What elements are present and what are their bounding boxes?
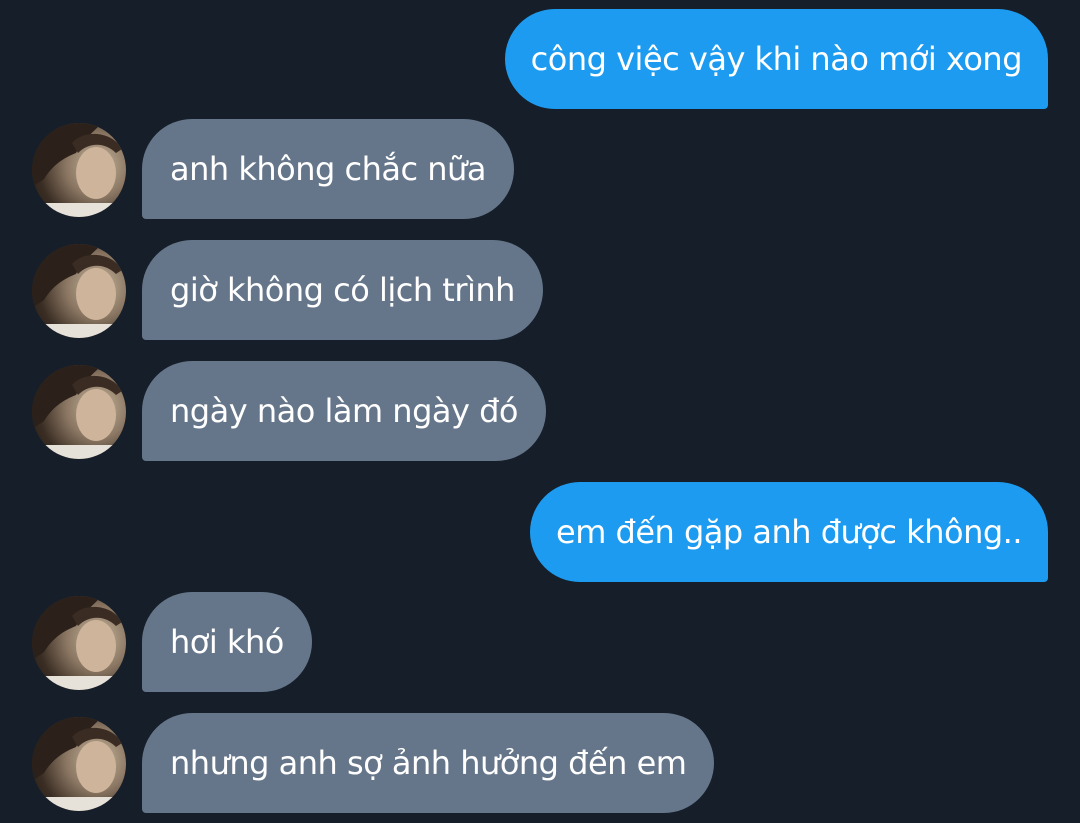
message-text: công việc vậy khi nào mới xong <box>530 40 1023 78</box>
contact-avatar[interactable] <box>32 365 126 459</box>
avatar-photo-icon <box>32 365 126 459</box>
sent-message-bubble[interactable]: công việc vậy khi nào mới xong <box>504 9 1048 109</box>
received-message-bubble[interactable]: anh không chắc nữa <box>142 119 514 219</box>
received-message-bubble[interactable]: giờ không có lịch trình <box>142 240 543 340</box>
contact-avatar[interactable] <box>32 596 126 690</box>
message-row-sent: công việc vậy khi nào mới xong <box>0 9 1080 109</box>
message-text: hơi khó <box>170 623 284 661</box>
message-row-received: nhưng anh sợ ảnh hưởng đến em <box>0 713 1080 813</box>
message-row-sent: em đến gặp anh được không.. <box>0 482 1080 582</box>
contact-avatar[interactable] <box>32 123 126 217</box>
message-row-received: anh không chắc nữa <box>0 119 1080 219</box>
received-message-bubble[interactable]: nhưng anh sợ ảnh hưởng đến em <box>142 713 715 813</box>
avatar-photo-icon <box>32 244 126 338</box>
contact-avatar[interactable] <box>32 244 126 338</box>
avatar-photo-icon <box>32 596 126 690</box>
received-message-bubble[interactable]: ngày nào làm ngày đó <box>142 361 546 461</box>
sent-message-bubble[interactable]: em đến gặp anh được không.. <box>530 482 1048 582</box>
message-text: nhưng anh sợ ảnh hưởng đến em <box>170 744 687 782</box>
message-row-received: hơi khó <box>0 592 1080 692</box>
avatar-photo-icon <box>32 717 126 811</box>
message-row-received: ngày nào làm ngày đó <box>0 361 1080 461</box>
message-text: ngày nào làm ngày đó <box>170 392 519 430</box>
message-row-received: giờ không có lịch trình <box>0 240 1080 340</box>
message-thread: công việc vậy khi nào mới xong anh không… <box>0 0 1080 823</box>
message-text: em đến gặp anh được không.. <box>556 513 1023 551</box>
received-message-bubble[interactable]: hơi khó <box>142 592 312 692</box>
contact-avatar[interactable] <box>32 717 126 811</box>
avatar-photo-icon <box>32 123 126 217</box>
message-text: giờ không có lịch trình <box>170 271 515 309</box>
message-text: anh không chắc nữa <box>170 150 486 188</box>
